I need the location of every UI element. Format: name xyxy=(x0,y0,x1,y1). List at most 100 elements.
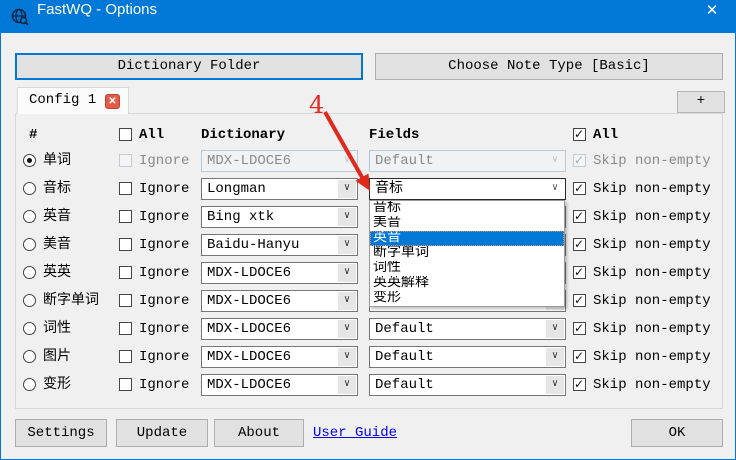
skip-checkbox[interactable] xyxy=(573,182,586,195)
ignore-label: Ignore xyxy=(139,263,189,283)
fields-combo[interactable]: Default ∨ xyxy=(369,318,566,340)
fields-combo[interactable]: Default ∨ xyxy=(369,346,566,368)
chevron-down-icon[interactable]: ∨ xyxy=(546,180,564,198)
skip-checkbox[interactable] xyxy=(573,350,586,363)
skip-checkbox[interactable] xyxy=(573,378,586,391)
row-radio[interactable] xyxy=(23,378,36,391)
tab-config-1[interactable]: Config 1 ✕ xyxy=(17,87,129,114)
dictionary-combo[interactable]: MDX-LDOCE6 ∨ xyxy=(201,346,358,368)
dropdown-option[interactable]: 变形 xyxy=(370,291,564,306)
dropdown-option[interactable]: 断字单词 xyxy=(370,246,564,261)
chevron-down-icon[interactable]: ∨ xyxy=(338,264,356,282)
all-ignore-checkbox[interactable] xyxy=(119,128,132,141)
chevron-down-icon[interactable]: ∨ xyxy=(338,236,356,254)
ignore-checkbox[interactable] xyxy=(119,210,132,223)
dictionary-combo[interactable]: MDX-LDOCE6 ∨ xyxy=(201,374,358,396)
fields-combo[interactable]: Default ∨ xyxy=(369,150,566,172)
table-row: 变形 Ignore MDX-LDOCE6 ∨ Default ∨ Skip no… xyxy=(1,371,736,399)
row-radio[interactable] xyxy=(23,210,36,223)
tab-label: Config 1 xyxy=(29,92,96,108)
fields-combo-value: Default xyxy=(375,376,434,394)
chevron-down-icon[interactable]: ∨ xyxy=(546,376,564,394)
ignore-checkbox[interactable] xyxy=(119,322,132,335)
chevron-down-icon[interactable]: ∨ xyxy=(338,208,356,226)
fields-combo-value: Default xyxy=(375,348,434,366)
row-radio[interactable] xyxy=(23,294,36,307)
dropdown-option[interactable]: 音标 xyxy=(370,201,564,216)
dropdown-option[interactable]: 美音 xyxy=(370,216,564,231)
dictionary-combo[interactable]: MDX-LDOCE6 ∨ xyxy=(201,290,358,312)
ignore-checkbox[interactable] xyxy=(119,350,132,363)
chevron-down-icon[interactable]: ∨ xyxy=(338,348,356,366)
dictionary-combo-value: Bing xtk xyxy=(207,208,274,226)
row-radio[interactable] xyxy=(23,238,36,251)
ignore-label: Ignore xyxy=(139,375,189,395)
chevron-down-icon[interactable]: ∨ xyxy=(338,180,356,198)
dropdown-option[interactable]: 词性 xyxy=(370,261,564,276)
dictionary-combo[interactable]: Baidu-Hanyu ∨ xyxy=(201,234,358,256)
ignore-checkbox[interactable] xyxy=(119,182,132,195)
dictionary-combo[interactable]: Longman ∨ xyxy=(201,178,358,200)
chevron-down-icon[interactable]: ∨ xyxy=(546,152,564,170)
dictionary-combo[interactable]: MDX-LDOCE6 ∨ xyxy=(201,262,358,284)
fields-combo[interactable]: 音标 ∨ xyxy=(369,178,566,200)
all-skip-checkbox[interactable] xyxy=(573,128,586,141)
ignore-label: Ignore xyxy=(139,207,189,227)
ignore-checkbox[interactable] xyxy=(119,294,132,307)
dictionary-combo-value: MDX-LDOCE6 xyxy=(207,152,291,170)
user-guide-link[interactable]: User Guide xyxy=(313,425,397,441)
about-button[interactable]: About xyxy=(214,419,304,447)
dictionary-combo[interactable]: MDX-LDOCE6 ∨ xyxy=(201,150,358,172)
row-name: 变形 xyxy=(43,375,71,395)
app-globe-search-icon xyxy=(11,8,29,26)
add-config-button[interactable]: + xyxy=(677,91,725,113)
dictionary-folder-button[interactable]: Dictionary Folder xyxy=(15,53,363,80)
fields-combo[interactable]: Default ∨ xyxy=(369,374,566,396)
skip-label: Skip non-empty xyxy=(593,235,711,255)
ok-button[interactable]: OK xyxy=(631,419,723,447)
dictionary-combo-value: MDX-LDOCE6 xyxy=(207,348,291,366)
ignore-checkbox[interactable] xyxy=(119,238,132,251)
chevron-down-icon[interactable]: ∨ xyxy=(338,376,356,394)
ignore-label: Ignore xyxy=(139,291,189,311)
row-radio[interactable] xyxy=(23,266,36,279)
header-index: # xyxy=(29,127,37,143)
fields-combo-value: 音标 xyxy=(375,180,403,198)
skip-checkbox[interactable] xyxy=(573,266,586,279)
skip-checkbox[interactable] xyxy=(573,294,586,307)
skip-checkbox[interactable] xyxy=(573,210,586,223)
dropdown-option[interactable]: 英英解释 xyxy=(370,276,564,291)
row-radio[interactable] xyxy=(23,182,36,195)
ignore-label: Ignore xyxy=(139,179,189,199)
row-radio[interactable] xyxy=(23,350,36,363)
chevron-down-icon[interactable]: ∨ xyxy=(338,292,356,310)
dictionary-combo-value: MDX-LDOCE6 xyxy=(207,376,291,394)
update-button[interactable]: Update xyxy=(116,419,208,447)
chevron-down-icon[interactable]: ∨ xyxy=(546,348,564,366)
row-name: 单词 xyxy=(43,151,71,171)
chevron-down-icon[interactable]: ∨ xyxy=(338,320,356,338)
options-window: FastWQ - Options ✕ Dictionary Folder Cho… xyxy=(0,0,736,460)
row-radio[interactable] xyxy=(23,154,36,167)
row-name: 词性 xyxy=(43,319,71,339)
skip-checkbox[interactable] xyxy=(573,238,586,251)
chevron-down-icon[interactable]: ∨ xyxy=(338,152,356,170)
dictionary-combo[interactable]: MDX-LDOCE6 ∨ xyxy=(201,318,358,340)
table-row: 音标 Ignore Longman ∨ 音标 ∨ Skip non-empty xyxy=(1,175,736,203)
dictionary-combo[interactable]: Bing xtk ∨ xyxy=(201,206,358,228)
skip-checkbox[interactable] xyxy=(573,154,586,167)
choose-note-type-button[interactable]: Choose Note Type [Basic] xyxy=(375,53,723,80)
ignore-checkbox[interactable] xyxy=(119,154,132,167)
skip-label: Skip non-empty xyxy=(593,375,711,395)
dictionary-combo-value: MDX-LDOCE6 xyxy=(207,264,291,282)
dropdown-option[interactable]: 英音 xyxy=(370,231,564,246)
skip-checkbox[interactable] xyxy=(573,322,586,335)
ignore-checkbox[interactable] xyxy=(119,378,132,391)
row-name: 图片 xyxy=(43,347,71,367)
ignore-checkbox[interactable] xyxy=(119,266,132,279)
tab-close-icon[interactable]: ✕ xyxy=(105,94,120,109)
settings-button[interactable]: Settings xyxy=(15,419,107,447)
chevron-down-icon[interactable]: ∨ xyxy=(546,320,564,338)
close-icon[interactable]: ✕ xyxy=(689,1,735,33)
row-radio[interactable] xyxy=(23,322,36,335)
